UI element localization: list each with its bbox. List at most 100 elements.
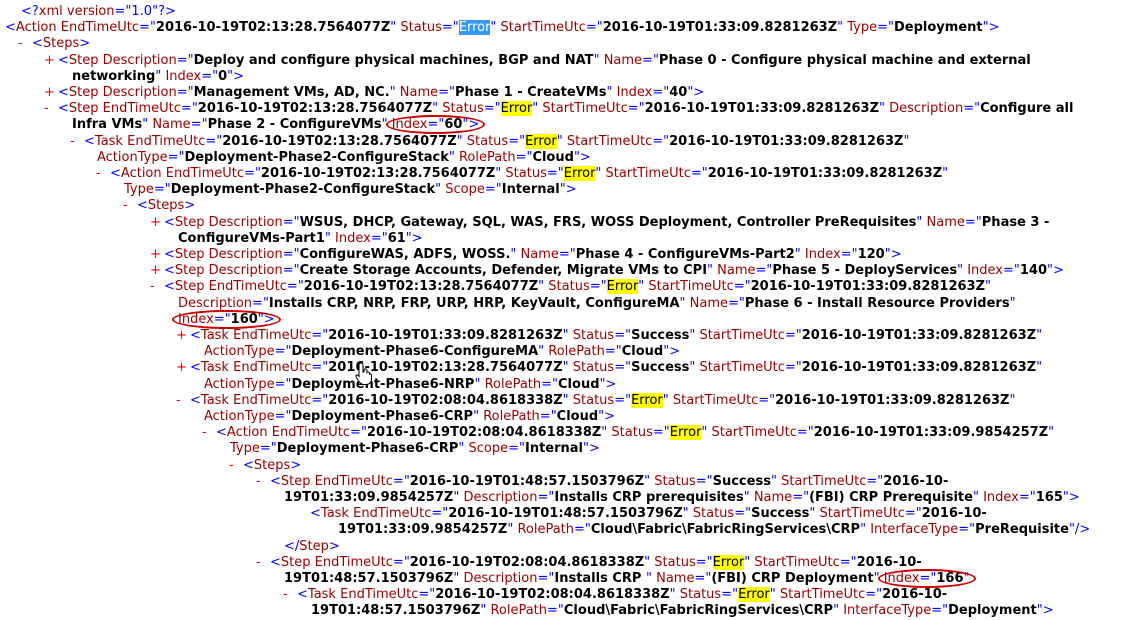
xml-markup: =" bbox=[1018, 490, 1036, 505]
collapse-node-toggle[interactable]: - bbox=[283, 587, 297, 603]
expand-node-toggle[interactable]: + bbox=[44, 85, 58, 101]
expand-node-toggle[interactable]: + bbox=[150, 263, 164, 279]
xml-attribute-name: Status bbox=[654, 473, 696, 489]
xml-markup: " bbox=[1009, 392, 1016, 408]
xml-attribute-name: Description bbox=[102, 85, 177, 100]
expand-node-toggle[interactable]: + bbox=[150, 215, 164, 231]
xml-markup: "> bbox=[462, 117, 480, 133]
xml-attribute-value: Deployment-Phase6-CRP bbox=[291, 409, 474, 424]
collapse-node-toggle[interactable]: - bbox=[123, 198, 137, 214]
xml-line: 19T01:33:09.9854257Z" RolePath="Cloud\Fa… bbox=[338, 522, 1090, 538]
xml-attribute-value: Deployment-Phase2-ConfigureStack bbox=[170, 182, 436, 198]
xml-attribute-value: Deployment-Phase2-ConfigureStack bbox=[184, 149, 449, 165]
xml-attribute-name: version bbox=[66, 4, 115, 19]
xml-markup: =" bbox=[205, 133, 223, 149]
xml-markup: " bbox=[985, 279, 991, 295]
xml-attribute-name: Name bbox=[656, 571, 695, 586]
xml-attribute-name: Description bbox=[208, 247, 283, 262]
xml-attribute-name: EndTimeUtc bbox=[102, 101, 181, 117]
xml-markup: " bbox=[743, 490, 754, 505]
expand-node-toggle[interactable]: + bbox=[44, 53, 58, 69]
expand-node-toggle[interactable]: + bbox=[176, 328, 190, 344]
xml-attribute-value: 2016-10-19T02:13:28.7564077Z bbox=[197, 101, 433, 117]
xml-markup: " bbox=[957, 263, 968, 279]
xml-attribute-value: (FBI) CRP Prerequisite bbox=[809, 490, 973, 505]
xml-markup: =" bbox=[652, 85, 670, 100]
collapse-node-toggle[interactable]: - bbox=[176, 393, 190, 409]
xml-line: - <Step EndTimeUtc="2016-10-19T01:48:57.1… bbox=[256, 474, 948, 490]
collapse-node-toggle[interactable]: - bbox=[150, 279, 164, 295]
xml-markup: " bbox=[595, 166, 606, 181]
xml-tag-name: Step bbox=[174, 263, 209, 279]
xml-markup: " bbox=[473, 409, 484, 424]
xml-attribute-name: EndTimeUtc bbox=[60, 20, 140, 36]
xml-attribute-name: Index bbox=[967, 263, 1003, 279]
xml-attribute-value: Phase 4 - ConfigureVMs-Part2 bbox=[575, 247, 795, 262]
xml-markup: < bbox=[190, 360, 201, 376]
xml-attribute-name: EndTimeUtc bbox=[314, 554, 393, 570]
xml-attribute-value: Installs CRP prerequisites bbox=[554, 490, 744, 505]
xml-attribute-value: (FBI) CRP Deployment bbox=[711, 571, 874, 586]
xml-markup: =" bbox=[919, 571, 937, 586]
xml-attribute-value: 166 bbox=[936, 571, 964, 586]
xml-attribute-value: 19T01:48:57.1503796Z bbox=[284, 571, 454, 586]
xml-attribute-value: 120 bbox=[857, 247, 885, 262]
collapse-node-toggle[interactable]: - bbox=[70, 134, 84, 150]
xml-markup: =" bbox=[114, 4, 132, 19]
xml-attribute-value: Cloud\Fabric\FabricRingServices\CRP bbox=[563, 603, 834, 619]
xml-attribute-value: WSUS, DHCP, Gateway, SQL, WAS, FRS, WOSS… bbox=[299, 214, 917, 230]
xml-line: <?xml version="1.0"?> bbox=[21, 4, 176, 20]
xml-markup: =" bbox=[274, 344, 292, 360]
xml-attribute-value: 2016-10-19T02:08:04.8618338Z bbox=[366, 425, 602, 441]
collapse-node-toggle[interactable]: - bbox=[96, 166, 110, 182]
xml-markup: " bbox=[689, 360, 700, 376]
xml-viewer: <?xml version="1.0"?>-<Action EndTimeUtc… bbox=[0, 0, 1143, 620]
xml-markup: =" bbox=[964, 214, 982, 230]
error-status-highlight: Error bbox=[631, 392, 663, 408]
xml-markup: " bbox=[562, 328, 573, 343]
xml-attribute-name: EndTimeUtc bbox=[271, 425, 351, 441]
xml-tag-name: Step bbox=[174, 247, 209, 262]
xml-attribute-value: Phase 2 - ConfigureVMs bbox=[207, 117, 382, 133]
expand-node-toggle[interactable]: + bbox=[150, 247, 164, 263]
xml-markup: =" bbox=[840, 247, 858, 262]
xml-attribute-value: 19T01:33:09.9854257Z bbox=[284, 490, 454, 505]
collapse-node-toggle[interactable]: - bbox=[202, 425, 216, 441]
xml-markup: <? bbox=[21, 4, 39, 19]
xml-markup: " bbox=[390, 20, 401, 36]
xml-attribute-value: 2016-10-19T01:33:09.8281263Z bbox=[775, 392, 1010, 408]
xml-markup: < bbox=[190, 392, 201, 408]
collapse-node-toggle[interactable]: - bbox=[44, 101, 58, 117]
xml-attribute-value: Success bbox=[751, 506, 810, 522]
xml-attribute-value: Deployment-Phase6-NRP bbox=[291, 376, 475, 392]
xml-line: - <Steps> bbox=[123, 198, 195, 214]
xml-markup: "> bbox=[559, 182, 577, 198]
xml-attribute-name: EndTimeUtc bbox=[314, 473, 393, 489]
xml-markup: > bbox=[328, 538, 340, 554]
xml-markup: " bbox=[1009, 295, 1016, 311]
expand-node-toggle[interactable]: + bbox=[176, 360, 190, 376]
xml-markup: =" bbox=[274, 376, 292, 392]
xml-markup: =" bbox=[694, 571, 712, 586]
xml-attribute-value: Installs CRP bbox=[554, 571, 646, 586]
xml-markup: " bbox=[916, 214, 927, 230]
xml-attribute-name: StartTimeUtc bbox=[781, 473, 867, 489]
xml-markup: " bbox=[453, 490, 464, 505]
xml-attribute-value: Internal bbox=[501, 182, 560, 198]
xml-attribute-value: Cloud bbox=[532, 149, 574, 165]
xml-markup: < bbox=[310, 506, 321, 522]
xml-markup: " bbox=[601, 425, 612, 441]
xml-markup: " bbox=[453, 571, 464, 586]
xml-markup: " bbox=[142, 117, 153, 133]
collapse-node-toggle[interactable]: - bbox=[256, 474, 270, 490]
xml-attribute-value: 0 bbox=[218, 68, 228, 84]
xml-markup: < bbox=[297, 587, 308, 603]
xml-markup: < bbox=[58, 85, 69, 100]
collapse-node-toggle[interactable]: - bbox=[229, 458, 243, 474]
xml-markup: < bbox=[5, 20, 16, 36]
collapse-node-toggle[interactable]: - bbox=[256, 555, 270, 571]
collapse-node-toggle[interactable]: - bbox=[18, 36, 32, 52]
xml-markup: =" bbox=[176, 85, 194, 100]
xml-attribute-value: Success bbox=[631, 360, 690, 376]
xml-markup: =" bbox=[252, 295, 269, 311]
